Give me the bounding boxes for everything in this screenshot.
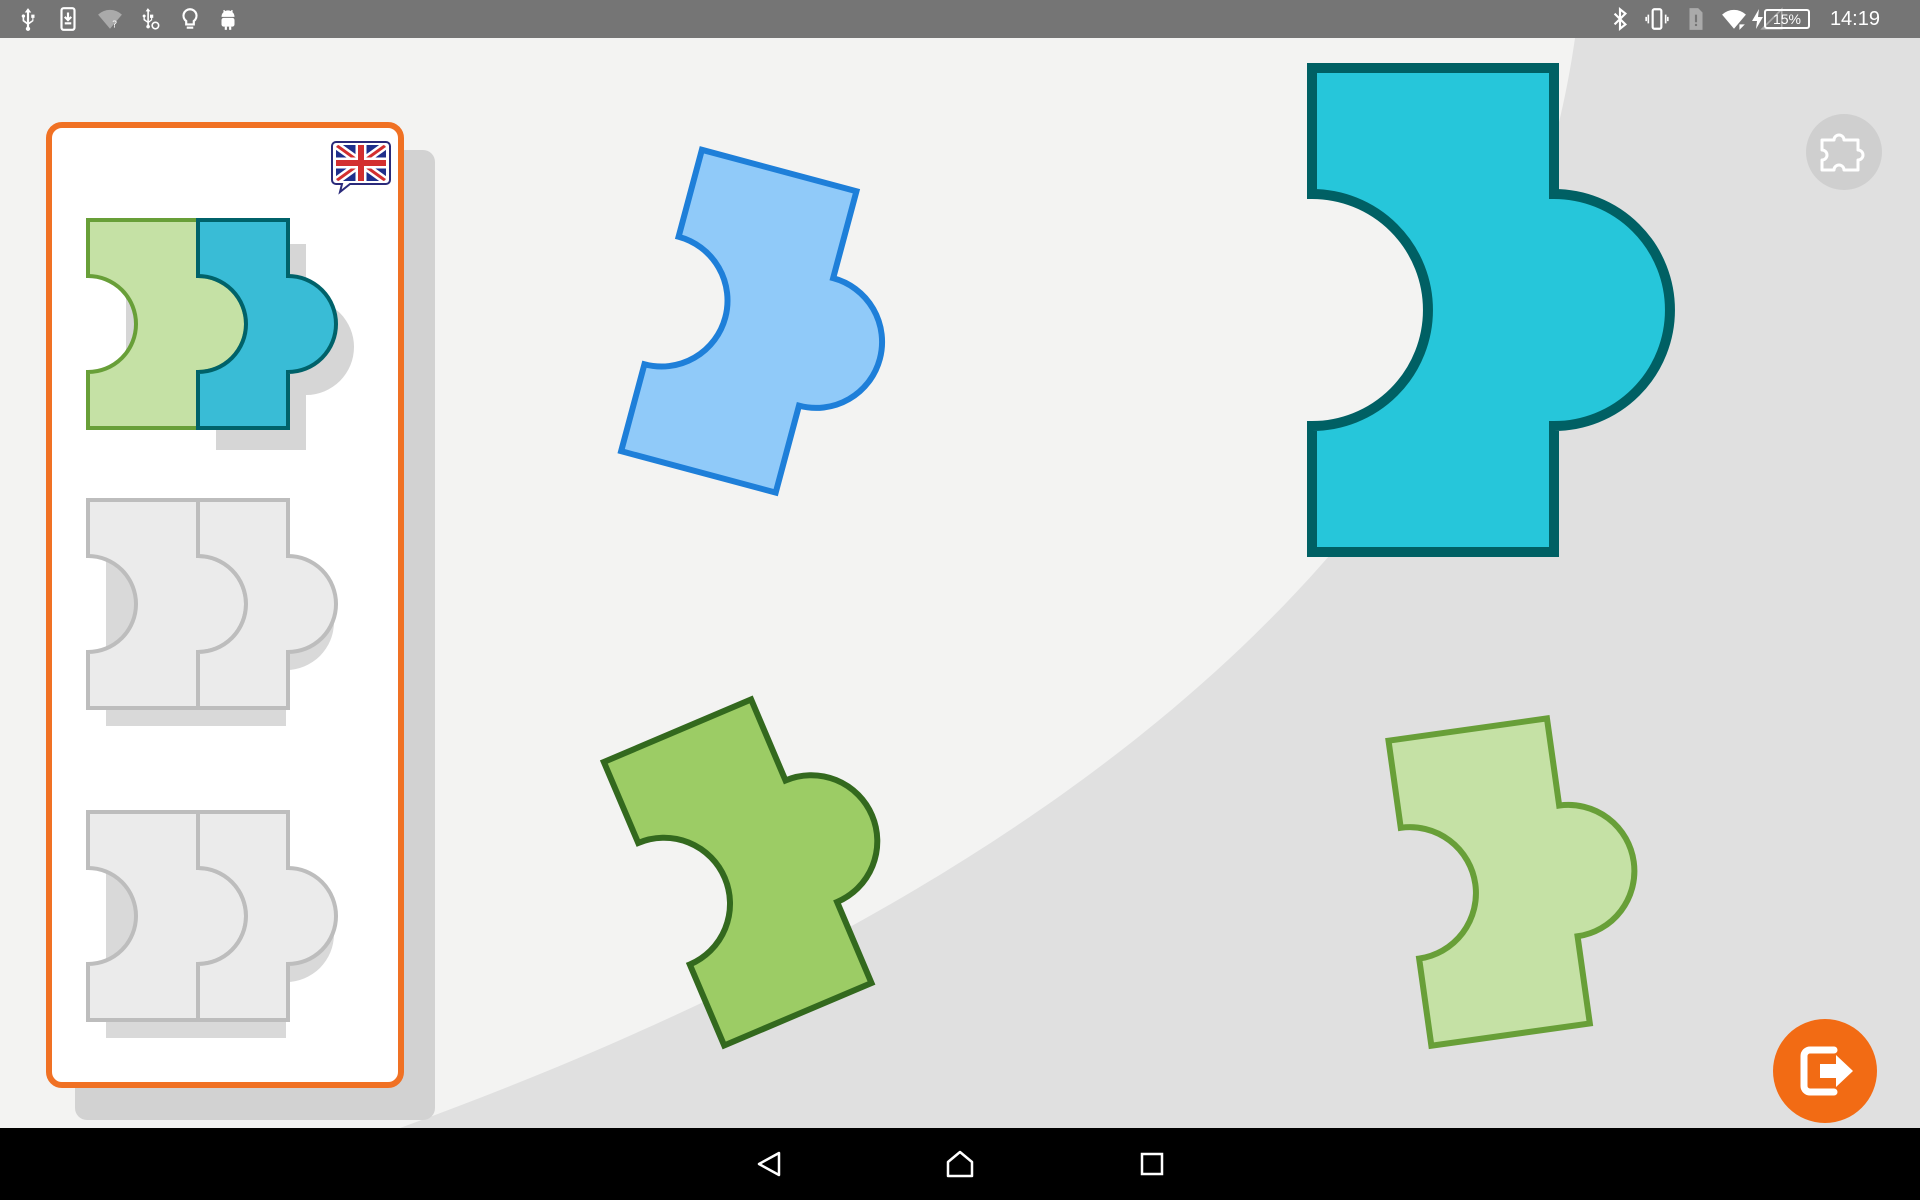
puzzle-slot-empty[interactable] (52, 804, 372, 1094)
puzzle-piece-light-green[interactable] (1320, 688, 1650, 1088)
puzzle-piece-blue[interactable] (580, 138, 910, 538)
lightbulb-icon (170, 0, 210, 38)
puzzle-piece-teal[interactable] (1300, 60, 1700, 560)
navigation-bar (0, 1128, 1920, 1200)
bluetooth-icon (1600, 0, 1640, 38)
back-button[interactable] (720, 1128, 820, 1200)
status-bar: ? 15% 14:19 (0, 0, 1920, 38)
puzzle-slot-empty[interactable] (52, 492, 372, 782)
svg-text:?: ? (112, 20, 117, 31)
home-button[interactable] (910, 1128, 1010, 1200)
puzzle-card (46, 122, 404, 1088)
recents-button[interactable] (1102, 1128, 1202, 1200)
download-icon (48, 0, 88, 38)
sim-missing-icon (1676, 0, 1716, 38)
usb-debug-icon (130, 0, 170, 38)
exit-icon (1800, 1046, 1853, 1096)
puzzle-piece-green[interactable] (570, 678, 920, 1078)
android-icon (208, 0, 248, 38)
puzzle-button[interactable] (1806, 114, 1882, 190)
vibrate-icon (1637, 0, 1677, 38)
battery-indicator: 15% (1764, 9, 1810, 29)
puzzle-slot-completed[interactable] (52, 180, 372, 470)
puzzle-icon (1820, 133, 1865, 172)
uk-flag-icon[interactable] (330, 138, 392, 196)
game-area (0, 38, 1920, 1128)
back-icon (757, 1151, 781, 1177)
usb-icon (8, 0, 48, 38)
recents-icon (1140, 1152, 1164, 1176)
wifi-unknown-icon: ? (90, 0, 130, 38)
status-time: 14:19 (1829, 8, 1880, 30)
home-icon (946, 1150, 974, 1178)
exit-button[interactable] (1773, 1019, 1877, 1123)
